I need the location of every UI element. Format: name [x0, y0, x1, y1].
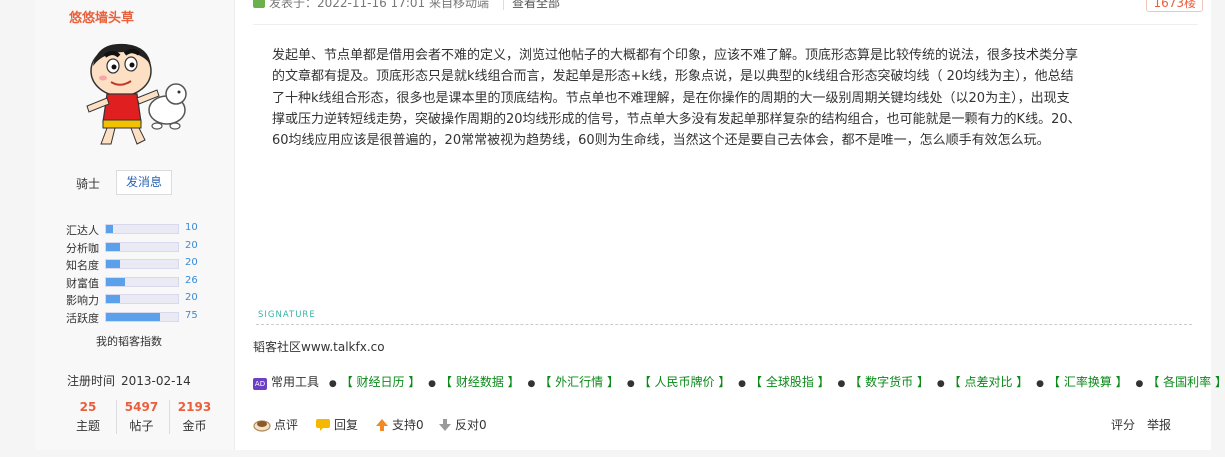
posts-count[interactable]: 5497 帖子 — [116, 400, 166, 434]
stat-bar — [105, 259, 179, 270]
stat-label: 分析咖 — [66, 241, 99, 255]
stat-value: 20 — [185, 292, 198, 304]
stat-bar-fill — [106, 277, 125, 286]
thumbs-down-icon — [439, 418, 451, 431]
divider — [253, 24, 1198, 25]
post-time: 发表于：2022-11-16 17:01 来自移动端 — [269, 0, 489, 10]
common-tools-bar: AD 常用工具 ● 【 财经日历 】 ● 【 财经数据 】 ● 【 外汇行情 】 ● 【 … — [253, 373, 1225, 390]
separator: ● — [936, 379, 945, 389]
stat-bar-fill — [106, 260, 121, 269]
tool-link-quotes[interactable]: 【 外汇行情 】 — [539, 375, 619, 389]
stat-value: 20 — [185, 239, 198, 251]
tool-link-crypto[interactable]: 【 数字货币 】 — [849, 375, 929, 389]
stat-label: 影响力 — [66, 294, 99, 308]
post-container: 悠悠墙头草 骑士 发消息 汇达人 10 分析咖 20 知名度 20 财富值 26… — [35, 0, 1225, 450]
oppose-label: 反对0 — [455, 418, 487, 432]
user-online-icon — [253, 0, 265, 8]
user-stats: 汇达人 10 分析咖 20 知名度 20 财富值 26 影响力 20 活跃度 7… — [66, 222, 226, 328]
support-label: 支持0 — [392, 418, 424, 432]
post-content: 发表于：2022-11-16 17:01 来自移动端 查看全部 1673楼 发起单… — [236, 0, 1225, 450]
tool-link-calendar[interactable]: 【 财经日历 】 — [341, 375, 421, 389]
tool-link-converter[interactable]: 【 汇率换算 】 — [1048, 375, 1128, 389]
stat-row: 分析咖 20 — [66, 240, 226, 255]
stat-row: 汇达人 10 — [66, 222, 226, 237]
separator: ● — [837, 379, 846, 389]
user-counts: 25 主题 5497 帖子 2193 金币 — [63, 400, 223, 436]
oppose-button[interactable]: 反对0 — [438, 416, 487, 433]
avatar[interactable] — [75, 36, 199, 152]
separator: ● — [738, 379, 747, 389]
signature-text: 韬客社区www.talkfx.co — [253, 340, 385, 354]
reg-date: 2013-02-14 — [121, 374, 191, 388]
send-message-button[interactable]: 发消息 — [116, 170, 172, 195]
separator: ● — [328, 379, 337, 389]
coins-count[interactable]: 2193 金币 — [169, 400, 219, 434]
stat-label: 财富值 — [66, 276, 99, 290]
registration-info: 注册时间 2013-02-14 — [67, 372, 191, 389]
stat-bar — [105, 311, 179, 322]
count-label: 帖子 — [129, 419, 154, 433]
reg-label: 注册时间 — [67, 374, 116, 388]
count-number: 25 — [79, 400, 97, 414]
user-sidebar: 悠悠墙头草 骑士 发消息 汇达人 10 分析咖 20 知名度 20 财富值 26… — [35, 0, 235, 450]
avatar-image — [86, 43, 187, 145]
rate-button[interactable]: 评分 — [1111, 416, 1135, 433]
stat-bar-fill — [106, 225, 114, 233]
separator: ● — [1135, 379, 1144, 389]
stat-value: 20 — [185, 257, 198, 269]
post-body: 发起单、节点单都是借用会者不难的定义，浏览过他帖子的大概都有个印象，应该不难了解… — [272, 48, 1081, 149]
tool-link-indices[interactable]: 【 全球股指 】 — [750, 375, 830, 389]
stat-row: 知名度 20 — [66, 257, 226, 272]
comment-label: 点评 — [274, 418, 299, 432]
separator: ● — [527, 379, 536, 389]
stat-bar-fill — [106, 312, 160, 321]
thumbs-up-icon — [376, 418, 388, 431]
signature-divider — [256, 324, 1192, 325]
count-label: 主题 — [75, 419, 100, 433]
username-link[interactable]: 悠悠墙头草 — [69, 7, 134, 26]
stat-bar-fill — [106, 242, 121, 251]
stat-bar-fill — [106, 295, 121, 304]
ad-icon: AD — [253, 378, 267, 390]
floor-number[interactable]: 1673楼 — [1146, 0, 1203, 12]
stat-label: 知名度 — [66, 259, 99, 273]
count-number: 5497 — [124, 400, 159, 414]
stat-label: 活跃度 — [66, 311, 99, 325]
count-number: 2193 — [177, 400, 212, 414]
reply-button[interactable]: 回复 — [315, 416, 358, 433]
reply-label: 回复 — [334, 418, 359, 432]
stat-bar — [105, 224, 179, 234]
stat-row: 财富值 26 — [66, 275, 226, 290]
separator: ● — [428, 379, 437, 389]
report-button[interactable]: 举报 — [1147, 416, 1171, 433]
my-index-link[interactable]: 我的韬客指数 — [96, 333, 162, 349]
user-rank: 骑士 — [76, 177, 101, 191]
stat-bar — [105, 276, 179, 287]
separator: ● — [1036, 379, 1044, 389]
stat-row: 影响力 20 — [66, 292, 226, 307]
topics-count[interactable]: 25 主题 — [63, 400, 113, 434]
tools-title: 常用工具 — [271, 375, 320, 389]
stat-label: 汇达人 — [66, 224, 99, 237]
stat-bar — [105, 241, 179, 252]
signature-label: SIGNATURE — [258, 310, 316, 320]
stat-value: 10 — [185, 222, 198, 233]
tool-link-rmb[interactable]: 【 人民币牌价 】 — [639, 375, 731, 389]
support-button[interactable]: 支持0 — [375, 416, 424, 433]
comment-icon — [253, 419, 271, 432]
separator: ● — [626, 379, 635, 389]
tool-link-rates[interactable]: 【 各国利率 】 — [1147, 375, 1225, 389]
stat-row: 活跃度 75 — [66, 310, 226, 325]
count-label: 金币 — [182, 419, 207, 433]
post-meta: 发表于：2022-11-16 17:01 来自移动端 查看全部 — [253, 0, 1193, 14]
stat-value: 26 — [185, 274, 198, 286]
view-all-link[interactable]: 查看全部 — [502, 0, 560, 10]
stat-value: 75 — [185, 309, 198, 321]
tool-link-spread[interactable]: 【 点差对比 】 — [949, 375, 1029, 389]
stat-bar — [105, 294, 179, 305]
comment-button[interactable]: 点评 — [253, 416, 298, 433]
reply-icon — [316, 418, 330, 431]
tool-link-data[interactable]: 【 财经数据 】 — [440, 375, 520, 389]
